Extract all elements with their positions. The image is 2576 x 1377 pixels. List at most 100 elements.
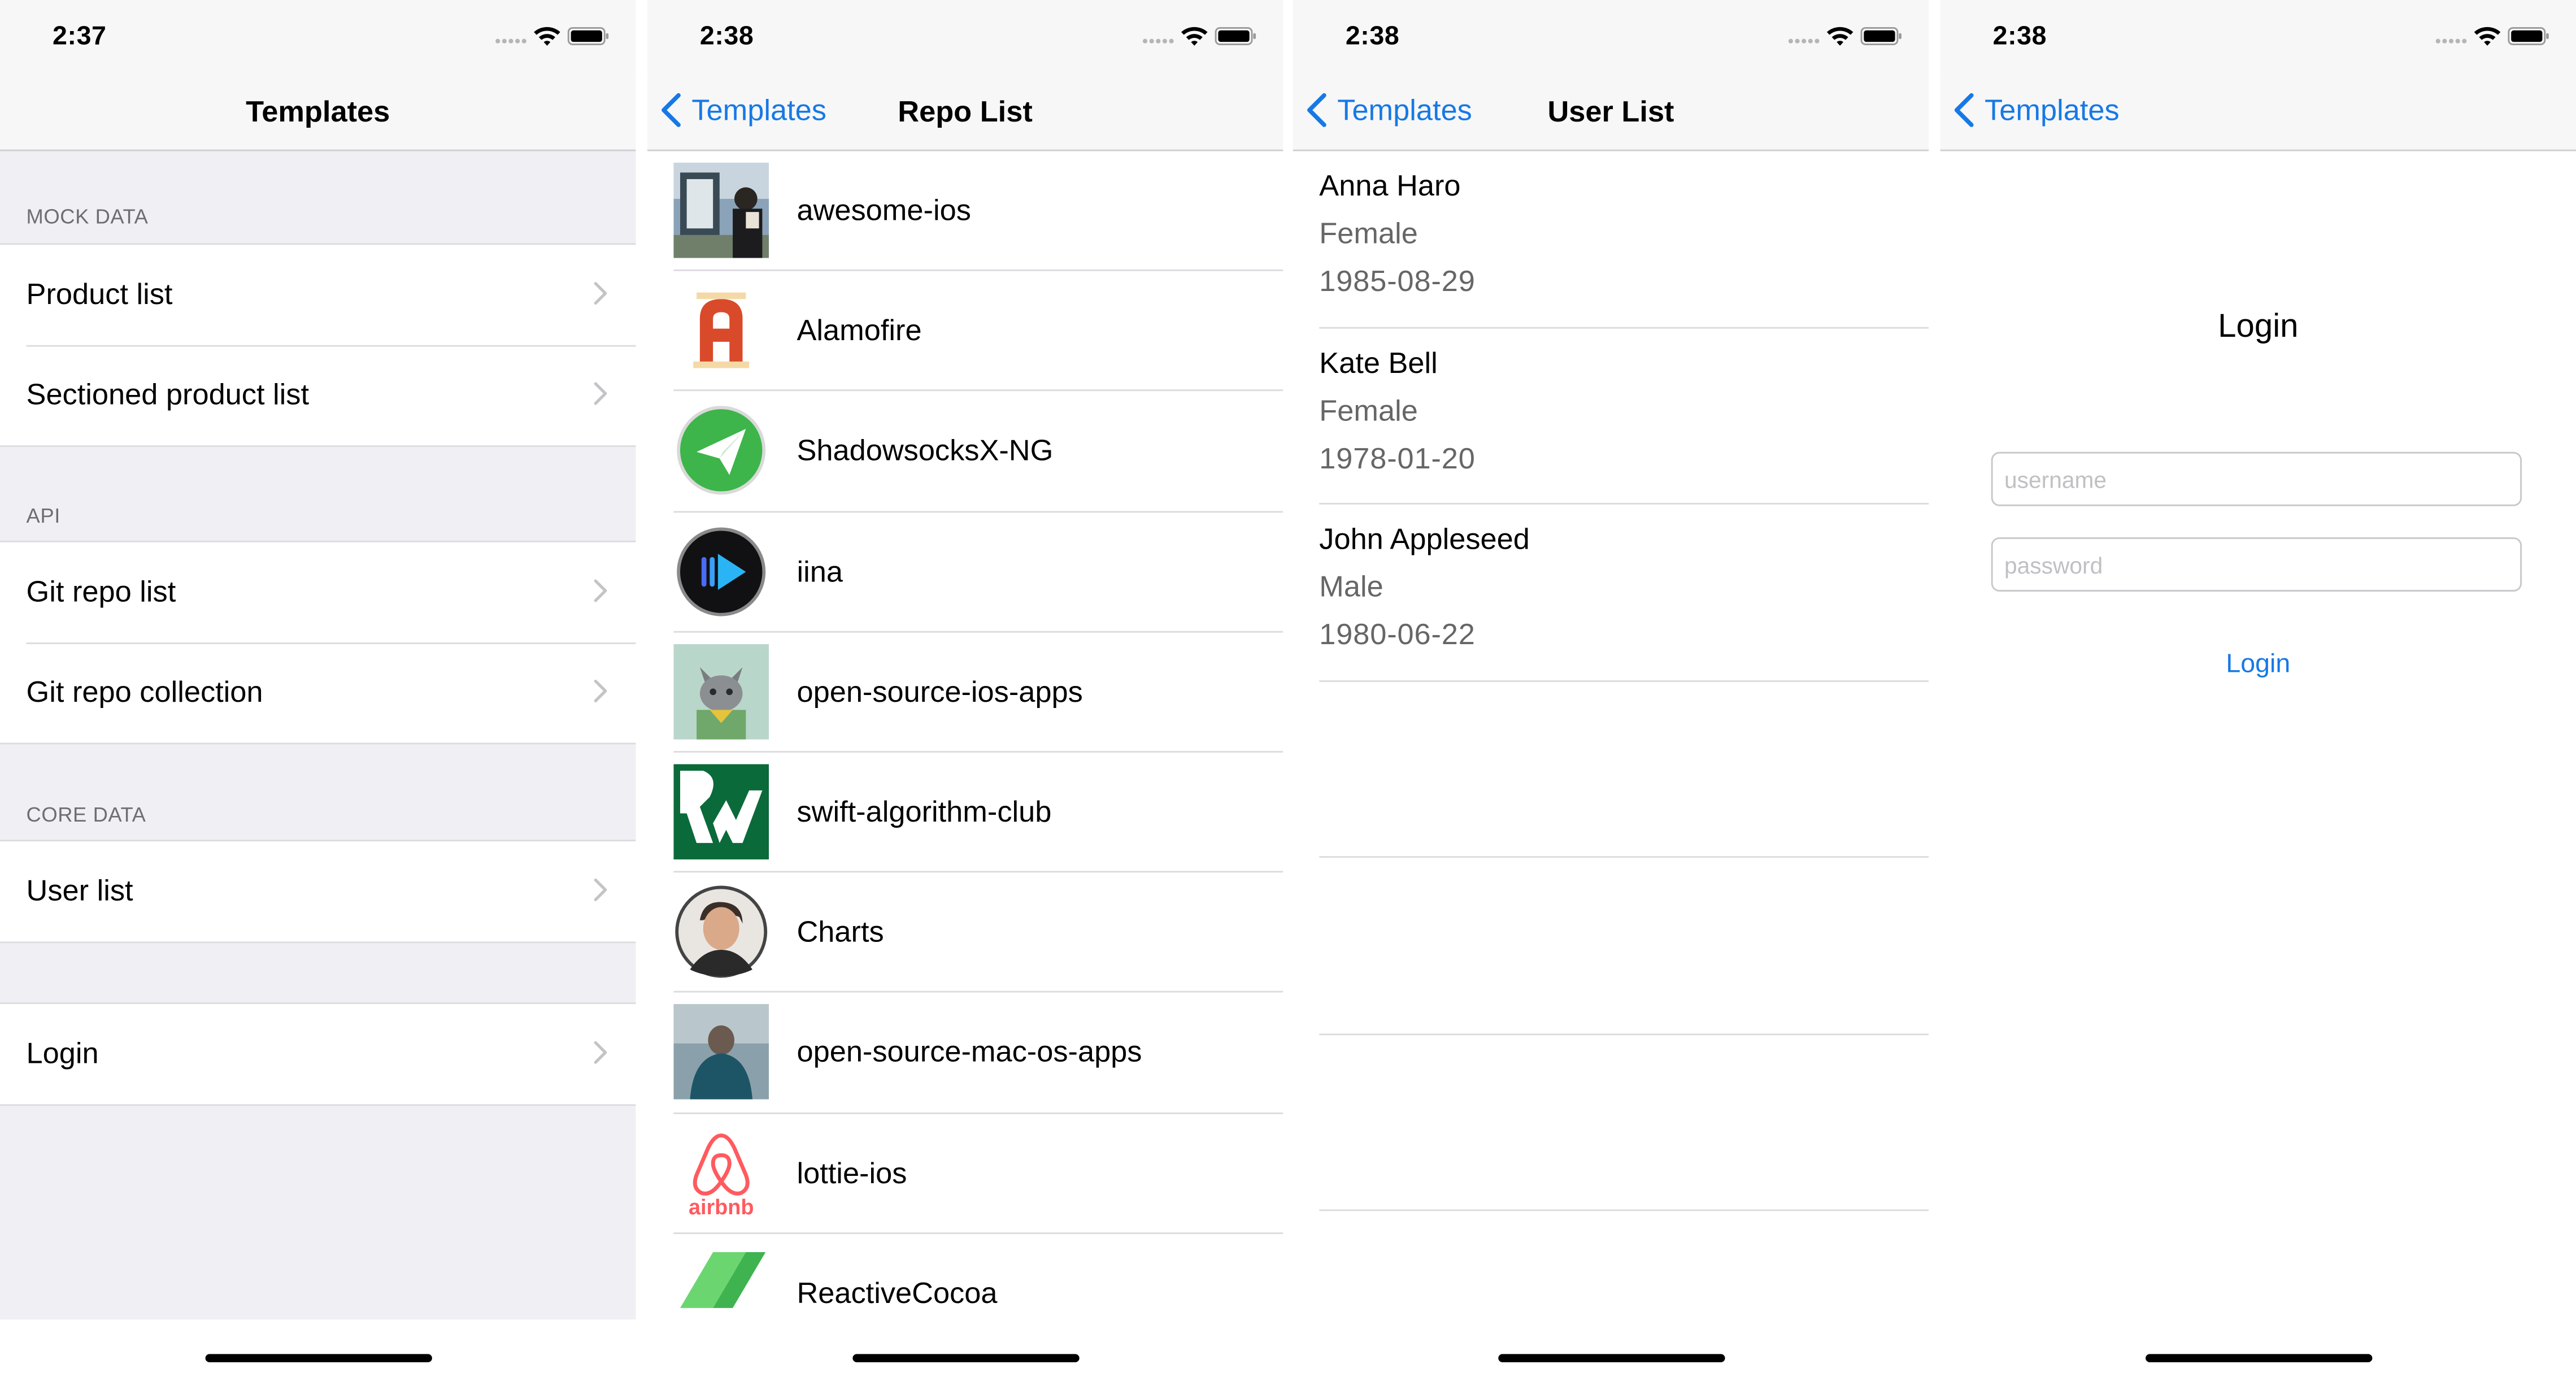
raywenderlich-logo-icon [673,764,769,859]
repo-name: iina [797,554,843,588]
home-indicator[interactable] [2144,1354,2372,1362]
list-item[interactable]: ShadowsocksX-NG [647,392,1283,512]
cell-label: Login [26,1037,99,1070]
repo-name: awesome-ios [797,194,971,227]
list-item[interactable]: open-source-mac-os-apps [647,993,1283,1114]
username-field[interactable] [1991,451,2522,506]
signal-icon [1142,38,1174,44]
chevron-right-icon [594,679,607,702]
user-gender: Female [1319,393,1418,427]
home-area [1940,1319,2576,1377]
signal-icon [495,38,526,44]
chevron-left-icon [1954,93,1974,127]
section-api: Git repo list Git repo collection [0,540,636,745]
chevron-right-icon [594,382,607,405]
user-name: John Appleseed [1319,522,1530,555]
repo-name: ShadowsocksX-NG [797,435,1054,468]
battery-icon [1215,27,1256,45]
home-indicator[interactable] [204,1354,432,1362]
status-bar: 2:37 [0,0,636,76]
list-item[interactable]: awesome-ios [647,151,1283,272]
cell-login[interactable]: Login [0,1004,636,1104]
cell-user-list[interactable]: User list [0,841,636,941]
login-heading: Login [2218,309,2299,345]
repo-name: Charts [797,915,884,949]
login-button[interactable]: Login [1940,651,2576,680]
section-header-core-data: CORE DATA [26,803,146,827]
chevron-right-icon [594,1041,607,1064]
battery-icon [1860,27,1901,45]
status-icons [494,25,610,51]
wifi-icon [534,27,560,46]
battery-icon [2508,27,2549,45]
status-icons [1142,25,1257,51]
repo-name: swift-algorithm-club [797,795,1052,828]
section-header-mock-data: MOCK DATA [26,205,149,229]
cell-git-repo-collection[interactable]: Git repo collection [0,642,636,742]
cell-product-list[interactable]: Product list [0,245,636,345]
user-name: Kate Bell [1319,346,1438,379]
section-core-data: User list [0,840,636,944]
empty-row [1293,1035,1929,1211]
navigation-bar: Templates Repo List [647,75,1283,151]
cell-label: Git repo collection [26,675,263,709]
home-indicator[interactable] [1497,1354,1725,1362]
alamofire-logo-icon [673,283,769,379]
list-item[interactable]: Alamofire [647,271,1283,392]
section-header-api: API [26,504,60,528]
signal-icon [1788,38,1820,44]
wifi-icon [1826,27,1853,46]
user-name: Anna Haro [1319,169,1461,202]
cell-label: Git repo list [26,575,176,609]
user-gender: Male [1319,570,1383,603]
user-birthdate: 1980-06-22 [1319,618,1476,651]
list-item[interactable]: Charts [647,873,1283,994]
home-indicator[interactable] [851,1354,1079,1362]
list-item[interactable]: Anna Haro Female 1985-08-29 [1293,151,1929,328]
cell-git-repo-list[interactable]: Git repo list [0,542,636,642]
repo-list-screen: 2:38 Templates Repo List awesome-ios Ala… [647,0,1283,1377]
repo-name: Alamofire [797,314,922,347]
list-item[interactable]: John Appleseed Male 1980-06-22 [1293,505,1929,681]
status-time: 2:38 [1992,23,2047,51]
person-avatar-icon [675,885,768,978]
user-list: Anna Haro Female 1985-08-29 Kate Bell Fe… [1293,151,1929,1211]
navigation-bar: Templates [0,75,636,151]
paper-plane-icon [677,406,766,496]
page-title: User List [1547,95,1674,128]
templates-screen: 2:37 Templates MOCK DATA Product list Se… [0,0,636,1377]
user-birthdate: 1985-08-29 [1319,264,1476,298]
hooded-person-icon [673,1004,769,1100]
status-icons [2435,25,2550,51]
empty-row [1293,681,1929,858]
cell-label: User list [26,874,133,907]
signal-icon [2435,38,2467,44]
cat-avatar-icon [673,644,769,739]
empty-row [1293,858,1929,1035]
chevron-right-icon [594,579,607,602]
password-field[interactable] [1991,537,2522,592]
templates-table: MOCK DATA Product list Sectioned product… [0,151,636,1320]
battery-icon [567,27,609,45]
airbnb-logo-icon: airbnb [673,1124,769,1220]
photo-avatar-icon [673,162,769,258]
page-title: Repo List [898,95,1033,128]
list-item[interactable]: swift-algorithm-club [647,753,1283,874]
back-button[interactable]: Templates [1953,92,2120,128]
repo-list: awesome-ios Alamofire ShadowsocksX-NG ii… [647,151,1283,1354]
status-bar: 2:38 [1940,0,2576,76]
cell-sectioned-product-list[interactable]: Sectioned product list [0,345,636,445]
list-item[interactable]: airbnb lottie-ios [647,1113,1283,1234]
list-item[interactable]: iina [647,512,1283,633]
wifi-icon [2474,27,2501,46]
iina-play-icon [677,527,766,616]
cell-label: Sectioned product list [26,377,310,411]
home-area [1293,1319,1929,1377]
chevron-right-icon [594,282,607,305]
list-item[interactable]: Kate Bell Female 1978-01-20 [1293,328,1929,505]
status-time: 2:37 [53,23,107,51]
chevron-right-icon [594,878,607,901]
list-item[interactable]: open-source-ios-apps [647,632,1283,753]
navigation-bar: Templates [1940,75,2576,151]
user-birthdate: 1978-01-20 [1319,441,1476,475]
